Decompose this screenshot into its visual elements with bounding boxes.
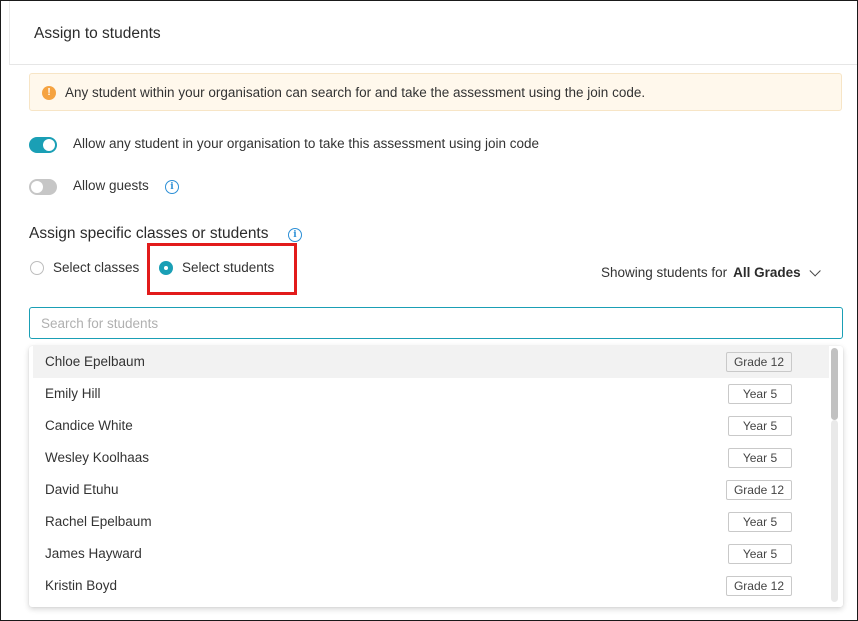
student-name: David Etuhu [45,482,119,497]
student-name: James Hayward [45,546,142,561]
select-classes-label[interactable]: Select classes [53,260,139,275]
grade-filter-label: Showing students for [601,265,728,280]
grade-badge: Grade 12 [725,480,792,500]
student-row[interactable]: Chloe Epelbaum Grade 12 [33,346,829,378]
student-row[interactable]: James Hayward Year 5 [33,538,829,570]
student-name: Emily Hill [45,386,101,401]
student-row[interactable]: Kristin Boyd Grade 12 [33,570,829,602]
highlight-box [147,243,297,295]
warning-icon: ! [42,86,56,100]
grade-filter-dropdown[interactable]: Showing students for All Grades [601,265,821,280]
student-row[interactable]: Rachel Epelbaum Year 5 [33,506,829,538]
student-name: Kristin Boyd [45,578,118,593]
student-name: Rachel Epelbaum [45,514,152,529]
toggle-knob [31,181,43,193]
chevron-down-icon [809,265,821,277]
scrollbar-rail [831,420,838,602]
grade-badge: Grade 12 [725,352,792,372]
grade-filter-value: All Grades [733,265,801,280]
student-name: Chloe Epelbaum [45,354,145,369]
student-name: Candice White [45,418,133,433]
info-icon[interactable]: i [288,228,302,242]
search-input[interactable] [29,307,843,339]
toggle-knob [43,139,55,151]
allow-guests-label: Allow guests [73,178,149,193]
student-row[interactable]: Emily Hill Year 5 [33,378,829,410]
grade-badge: Year 5 [728,512,792,532]
select-classes-radio[interactable] [30,261,44,275]
allow-guests-toggle[interactable] [29,179,57,195]
join-code-toggle-label: Allow any student in your organisation t… [73,136,540,151]
student-row[interactable]: Wesley Koolhaas Year 5 [33,442,829,474]
student-name: Wesley Koolhaas [45,450,150,465]
info-icon[interactable]: i [165,180,179,194]
assign-section-title: Assign specific classes or students [29,225,269,242]
assign-dialog: Assign to students ! Any student within … [0,0,858,621]
grade-badge: Grade 12 [725,576,792,596]
student-row[interactable]: Candice White Year 5 [33,410,829,442]
grade-badge: Year 5 [728,448,792,468]
grade-badge: Year 5 [728,544,792,564]
dialog-header: Assign to students [9,1,857,65]
scrollbar-thumb[interactable] [831,348,838,420]
student-row[interactable]: David Etuhu Grade 12 [33,474,829,506]
alert-text: Any student within your organisation can… [65,85,646,100]
grade-badge: Year 5 [728,384,792,404]
dialog-title: Assign to students [34,25,161,42]
info-alert: ! Any student within your organisation c… [29,73,842,111]
grade-badge: Year 5 [728,416,792,436]
join-code-toggle[interactable] [29,137,57,153]
student-list: Chloe Epelbaum Grade 12 Emily Hill Year … [29,346,843,607]
